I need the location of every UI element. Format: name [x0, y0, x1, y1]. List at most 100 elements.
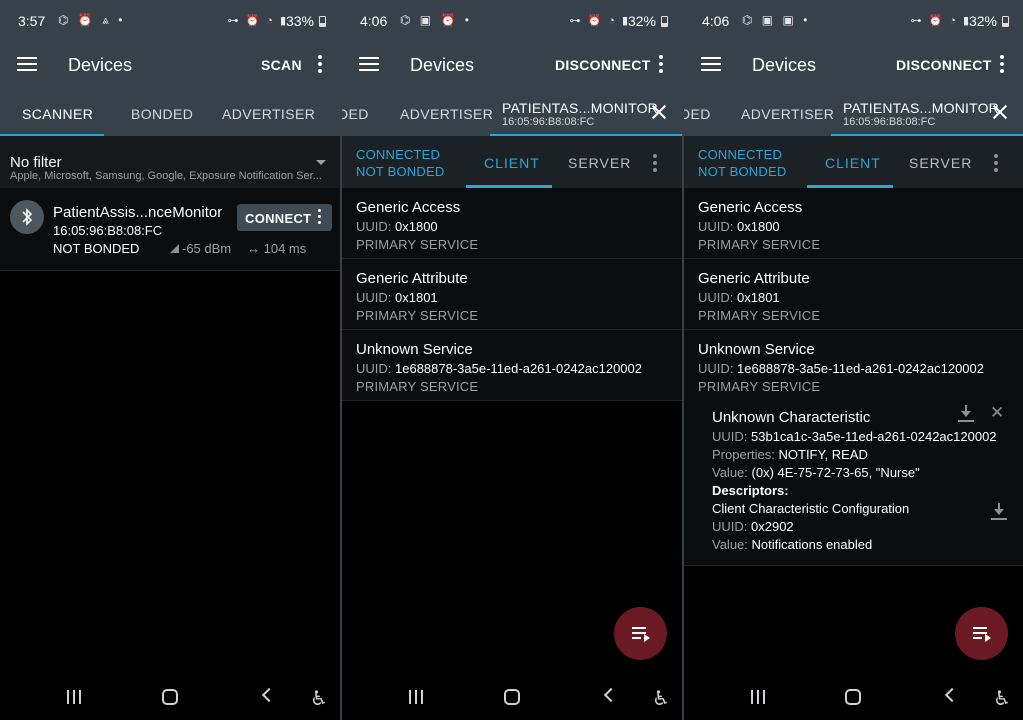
connection-subtabs: CONNECTED NOT BONDED CLIENT SERVER: [684, 136, 1023, 188]
main-tabs: SCANNER BONDED ADVERTISER: [0, 90, 340, 136]
service-item[interactable]: Generic Attribute UUID: 0x1801 PRIMARY S…: [342, 259, 682, 330]
log-icon-line: [973, 637, 982, 639]
more-vert-icon[interactable]: [318, 209, 322, 227]
menu-icon[interactable]: [17, 57, 37, 71]
home-icon[interactable]: [504, 689, 520, 705]
status-time: 3:57: [18, 13, 46, 29]
log-icon-line: [632, 637, 641, 639]
uuid-value: 1e688878-3a5e-11ed-a261-0242ac120002: [737, 361, 984, 376]
service-item[interactable]: Unknown Service UUID: 1e688878-3a5e-11ed…: [342, 330, 682, 401]
battery-icon: [1002, 16, 1009, 27]
menu-icon[interactable]: [701, 57, 721, 71]
system-status-icons: ⊶ ⏰ ◔ ▮: [910, 15, 971, 27]
tab-client[interactable]: CLIENT: [825, 155, 881, 171]
service-item[interactable]: Unknown Service UUID: 1e688878-3a5e-11ed…: [684, 330, 1023, 401]
service-uuid: UUID: 0x1800: [698, 219, 780, 234]
tab-advertiser[interactable]: ADVERTISER: [741, 106, 834, 122]
disconnect-button[interactable]: DISCONNECT: [555, 57, 651, 73]
more-vert-icon[interactable]: [1000, 55, 1004, 73]
system-nav-bar: ♿: [684, 676, 1023, 720]
tab-bonded-partial[interactable]: DED: [342, 106, 369, 122]
device-bond-state: NOT BONDED: [53, 241, 140, 256]
main-tabs: DED ADVERTISER PATIENTAS...MONITOR 16:05…: [684, 90, 1023, 136]
log-icon: [632, 627, 646, 629]
tab-device-address: 16:05:96:B8:08:FC: [502, 116, 595, 128]
characteristic-item[interactable]: Unknown Characteristic UUID: 53b1ca1c-3a…: [684, 401, 1023, 566]
tab-device-name: PATIENTAS...MONITOR: [502, 100, 658, 116]
uuid-label: UUID:: [698, 361, 734, 376]
rssi-readout: -65 dBm: [170, 241, 231, 256]
disconnect-button[interactable]: DISCONNECT: [896, 57, 992, 73]
interval-readout: ↔ 104 ms: [247, 241, 306, 256]
accessibility-icon[interactable]: ♿: [652, 686, 670, 711]
back-icon[interactable]: [261, 687, 277, 703]
back-icon[interactable]: [603, 687, 619, 703]
home-icon[interactable]: [845, 689, 861, 705]
tab-bonded-partial[interactable]: DED: [684, 106, 711, 122]
uuid-value: 53b1ca1c-3a5e-11ed-a261-0242ac120002: [751, 429, 997, 444]
device-name: PatientAssis...nceMonitor: [53, 204, 223, 221]
page-title: Devices: [752, 55, 817, 75]
home-icon[interactable]: [162, 689, 178, 705]
tab-server[interactable]: SERVER: [568, 155, 631, 171]
log-icon-arrow: [644, 634, 650, 642]
tab-advertiser[interactable]: ADVERTISER: [222, 106, 315, 122]
app-bar: Devices DISCONNECT: [684, 38, 1023, 90]
log-button[interactable]: [955, 607, 1008, 660]
service-item[interactable]: Generic Access UUID: 0x1800 PRIMARY SERV…: [342, 188, 682, 259]
client-screen-expanded: 4:06 ⌬ ▣ ▣ • ⊶ ⏰ ◔ ▮ 32% Devices DISCONN…: [684, 0, 1023, 720]
service-uuid: UUID: 0x1801: [698, 290, 780, 305]
status-bar: 3:57 ⌬ ⏰ ⩓ • ⊶ ⏰ ◔ ▮ 33%: [0, 0, 340, 38]
uuid-label: UUID:: [698, 290, 734, 305]
notifications-off-icon[interactable]: ✕: [990, 403, 1004, 423]
service-item[interactable]: Generic Attribute UUID: 0x1801 PRIMARY S…: [684, 259, 1023, 330]
more-vert-icon[interactable]: [659, 55, 663, 73]
log-button[interactable]: [614, 607, 667, 660]
tab-advertiser[interactable]: ADVERTISER: [400, 106, 493, 122]
service-uuid: UUID: 1e688878-3a5e-11ed-a261-0242ac1200…: [698, 361, 984, 376]
chevron-down-icon[interactable]: [316, 160, 326, 165]
service-uuid: UUID: 0x1800: [356, 219, 438, 234]
scan-button[interactable]: SCAN: [261, 57, 302, 73]
more-vert-icon[interactable]: [653, 154, 657, 172]
tab-bonded[interactable]: BONDED: [131, 106, 193, 122]
characteristic-uuid: UUID: 53b1ca1c-3a5e-11ed-a261-0242ac1200…: [712, 429, 997, 444]
battery-icon: [319, 16, 326, 27]
connect-button[interactable]: CONNECT: [237, 204, 332, 231]
accessibility-icon[interactable]: ♿: [310, 686, 328, 711]
characteristic-name: Unknown Characteristic: [712, 409, 871, 426]
status-time: 4:06: [702, 13, 730, 29]
close-icon[interactable]: [992, 104, 1008, 120]
tab-scanner[interactable]: SCANNER: [22, 106, 93, 122]
status-time: 4:06: [360, 13, 388, 29]
filter-subtitle: Apple, Microsoft, Samsung, Google, Expos…: [10, 170, 322, 182]
device-list-item[interactable]: PatientAssis...nceMonitor 16:05:96:B8:08…: [0, 188, 340, 271]
battery-icon: [661, 16, 668, 27]
service-uuid: UUID: 0x1801: [356, 290, 438, 305]
main-tabs: DED ADVERTISER PATIENTAS...MONITOR 16:05…: [342, 90, 682, 136]
notification-icons: ⌬ ⏰ ⩓ •: [58, 13, 126, 27]
service-name: Generic Access: [356, 199, 461, 216]
uuid-value: 0x1801: [737, 290, 780, 305]
filter-bar[interactable]: No filter Apple, Microsoft, Samsung, Goo…: [0, 136, 340, 188]
accessibility-icon[interactable]: ♿: [993, 686, 1011, 711]
download-icon[interactable]: [991, 503, 1007, 520]
tab-server[interactable]: SERVER: [909, 155, 972, 171]
service-uuid: UUID: 1e688878-3a5e-11ed-a261-0242ac1200…: [356, 361, 642, 376]
tab-client[interactable]: CLIENT: [484, 155, 540, 171]
more-vert-icon[interactable]: [994, 154, 998, 172]
descriptor-name: Client Characteristic Configuration: [712, 501, 910, 516]
service-item[interactable]: Generic Access UUID: 0x1800 PRIMARY SERV…: [684, 188, 1023, 259]
status-bar: 4:06 ⌬ ▣ ⏰ • ⊶ ⏰ ◔ ▮ 32%: [342, 0, 682, 38]
battery-level: 33%: [285, 13, 314, 29]
battery-level: 32%: [627, 13, 656, 29]
service-name: Unknown Service: [698, 341, 815, 358]
download-icon[interactable]: [958, 405, 974, 422]
uuid-label: UUID:: [712, 519, 748, 534]
more-vert-icon[interactable]: [318, 55, 322, 73]
back-icon[interactable]: [944, 687, 960, 703]
menu-icon[interactable]: [359, 57, 379, 71]
close-icon[interactable]: [651, 104, 667, 120]
uuid-label: UUID:: [698, 219, 734, 234]
bond-state: NOT BONDED: [356, 164, 445, 179]
